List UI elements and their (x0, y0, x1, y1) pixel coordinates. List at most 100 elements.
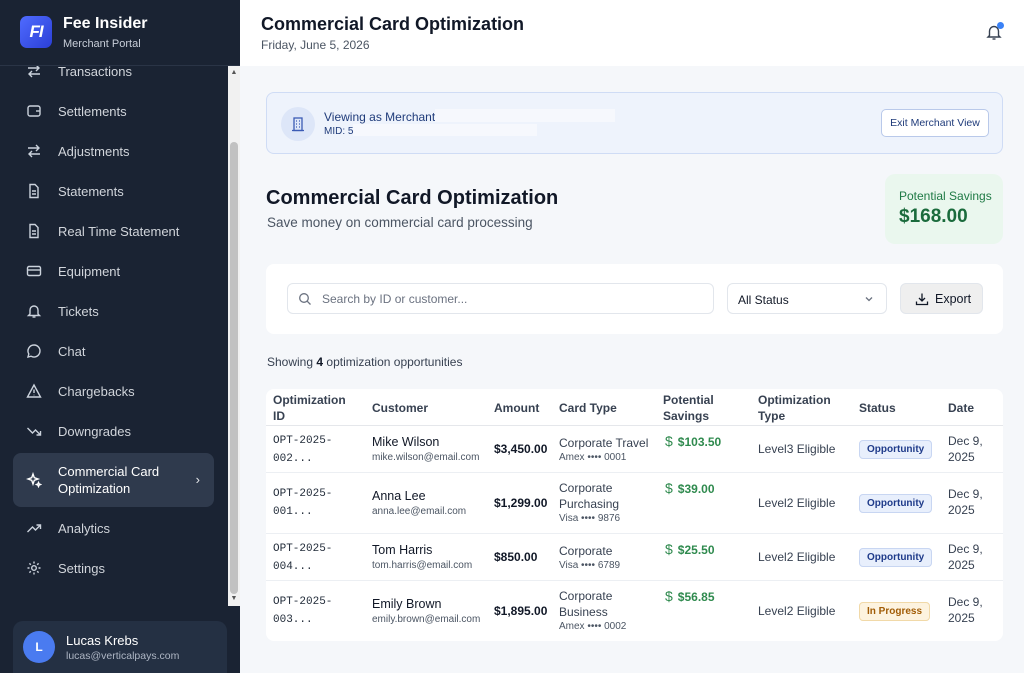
scroll-up-arrow-icon[interactable]: ▲ (230, 68, 238, 78)
customer-cell: Anna Lee anna.lee@email.com (372, 489, 466, 517)
potential-savings: $ $25.50 (665, 541, 715, 557)
user-profile[interactable]: L Lucas Krebs lucas@verticalpays.com (13, 621, 227, 673)
scroll-thumb[interactable] (230, 142, 238, 594)
amount: $3,450.00 (494, 442, 548, 456)
card-type: Corporate Travel (559, 436, 649, 450)
customer-email: mike.wilson@email.com (372, 452, 480, 463)
customer-email: tom.harris@email.com (372, 560, 473, 571)
exit-merchant-view-button[interactable]: Exit Merchant View (881, 109, 989, 137)
sidebar-item-settings[interactable]: Settings (13, 548, 214, 588)
brand-name: Fee Insider (63, 15, 148, 32)
download-icon (915, 292, 929, 306)
amount: $850.00 (494, 550, 538, 564)
card-number: Amex •••• 0001 (559, 452, 627, 463)
amount: $1,895.00 (494, 604, 548, 618)
merchant-id: MID: 5 (324, 126, 354, 137)
sidebar-nav: Transactions Settlements Adjustments Sta… (0, 58, 228, 606)
sidebar-item-tickets[interactable]: Tickets (13, 291, 214, 331)
sidebar-item-label: Settings (58, 560, 105, 576)
brand-subtitle: Merchant Portal (63, 38, 141, 50)
search-icon (298, 292, 312, 306)
column-header-card-type[interactable]: Card Type (559, 400, 617, 416)
column-header-optimization-type[interactable]: Optimization Type (758, 392, 838, 424)
results-suffix: optimization opportunities (326, 355, 463, 369)
status-cell: Opportunity (859, 439, 933, 459)
column-header-customer[interactable]: Customer (372, 400, 428, 416)
search-input[interactable] (322, 290, 702, 308)
optimization-id: OPT-2025-001... (273, 488, 333, 518)
customer-name: Tom Harris (372, 543, 433, 557)
status-cell: Opportunity (859, 547, 933, 567)
column-header-status[interactable]: Status (859, 400, 896, 416)
card-type-cell: Corporate Business Amex •••• 0002 (559, 588, 626, 632)
chevron-down-icon (864, 293, 874, 303)
table-row[interactable]: OPT-2025-003... Emily Brown emily.brown@… (266, 581, 1003, 641)
column-header-potential-savings[interactable]: Potential Savings (663, 392, 733, 424)
sidebar-item-analytics[interactable]: Analytics (13, 508, 214, 548)
column-header-date[interactable]: Date (948, 400, 974, 416)
page-date: Friday, June 5, 2026 (261, 38, 370, 52)
optimization-id: OPT-2025-003... (273, 596, 333, 626)
sidebar: Transactions Settlements Adjustments Sta… (0, 0, 240, 673)
sidebar-item-statements[interactable]: Statements (13, 171, 214, 211)
table-row[interactable]: OPT-2025-004... Tom Harris tom.harris@em… (266, 534, 1003, 581)
optimization-type: Level2 Eligible (758, 496, 836, 510)
sidebar-item-adjustments[interactable]: Adjustments (13, 131, 214, 171)
optimization-id: OPT-2025-004... (273, 543, 333, 573)
sidebar-item-label: Analytics (58, 520, 111, 536)
merchant-view-banner: Viewing as Merchant MID: 5 Exit Merchant… (266, 92, 1003, 154)
sidebar-item-chargebacks[interactable]: Chargebacks (13, 371, 214, 411)
column-header-amount[interactable]: Amount (494, 400, 539, 416)
sidebar-item-chat[interactable]: Chat (13, 331, 214, 371)
sidebar-item-equipment[interactable]: Equipment (13, 251, 214, 291)
document-icon (25, 222, 43, 240)
table-row[interactable]: OPT-2025-002... Mike Wilson mike.wilson@… (266, 426, 1003, 473)
customer-name: Mike Wilson (372, 435, 440, 449)
potential-savings: $ $39.00 (665, 480, 715, 496)
date: Dec 9, 2025 (948, 434, 983, 464)
customer-name: Anna Lee (372, 489, 426, 503)
avatar: L (23, 631, 55, 663)
customer-cell: Emily Brown emily.brown@email.com (372, 597, 480, 625)
dollar-icon: $ (665, 541, 673, 557)
search-box[interactable] (287, 283, 714, 314)
savings-amount: $103.50 (677, 435, 722, 449)
wallet-icon (25, 102, 43, 120)
table-row[interactable]: OPT-2025-001... Anna Lee anna.lee@email.… (266, 473, 1003, 534)
card-type-cell: Corporate Visa •••• 6789 (559, 543, 655, 571)
optimization-type: Level3 Eligible (758, 442, 836, 456)
sidebar-item-real-time-statement[interactable]: Real Time Statement (13, 211, 214, 251)
sidebar-item-commercial-card-optimization[interactable]: Commercial Card Optimization › (13, 453, 214, 507)
table-header: Optimization ID Customer Amount Card Typ… (266, 389, 1003, 426)
sidebar-item-label: Settlements (58, 103, 127, 119)
brand-logo: FI (20, 16, 52, 48)
card-number: Amex •••• 0002 (559, 621, 627, 632)
customer-email: anna.lee@email.com (372, 506, 467, 517)
potential-savings: $ $56.85 (665, 588, 715, 604)
date: Dec 9, 2025 (948, 487, 983, 517)
savings-amount: $56.85 (677, 590, 715, 604)
trend-down-icon (25, 422, 43, 440)
sidebar-item-settlements[interactable]: Settlements (13, 91, 214, 131)
status-badge: Opportunity (859, 494, 933, 513)
column-header-id[interactable]: Optimization ID (273, 392, 353, 424)
optimization-type: Level2 Eligible (758, 550, 836, 564)
section-title: Commercial Card Optimization (266, 187, 559, 209)
sidebar-scrollbar[interactable]: ▲ ▼ (228, 66, 240, 606)
savings-label: Potential Savings (899, 189, 992, 203)
results-prefix: Showing (267, 355, 314, 369)
results-number: 4 (316, 355, 324, 369)
sidebar-item-label: Equipment (58, 263, 121, 279)
page-title: Commercial Card Optimization (261, 14, 525, 34)
sidebar-item-downgrades[interactable]: Downgrades (13, 411, 214, 451)
potential-savings: $ $103.50 (665, 433, 721, 449)
export-button[interactable]: Export (900, 283, 983, 314)
user-name: Lucas Krebs (66, 633, 139, 648)
status-select[interactable]: All Status (727, 283, 887, 314)
scroll-down-arrow-icon[interactable]: ▼ (230, 594, 238, 604)
sidebar-item-label: Downgrades (58, 423, 131, 439)
notification-dot (997, 22, 1004, 29)
optimization-type: Level2 Eligible (758, 604, 836, 618)
filter-bar: All Status Export (266, 264, 1003, 334)
results-count: Showing 4 optimization opportunities (267, 355, 462, 369)
